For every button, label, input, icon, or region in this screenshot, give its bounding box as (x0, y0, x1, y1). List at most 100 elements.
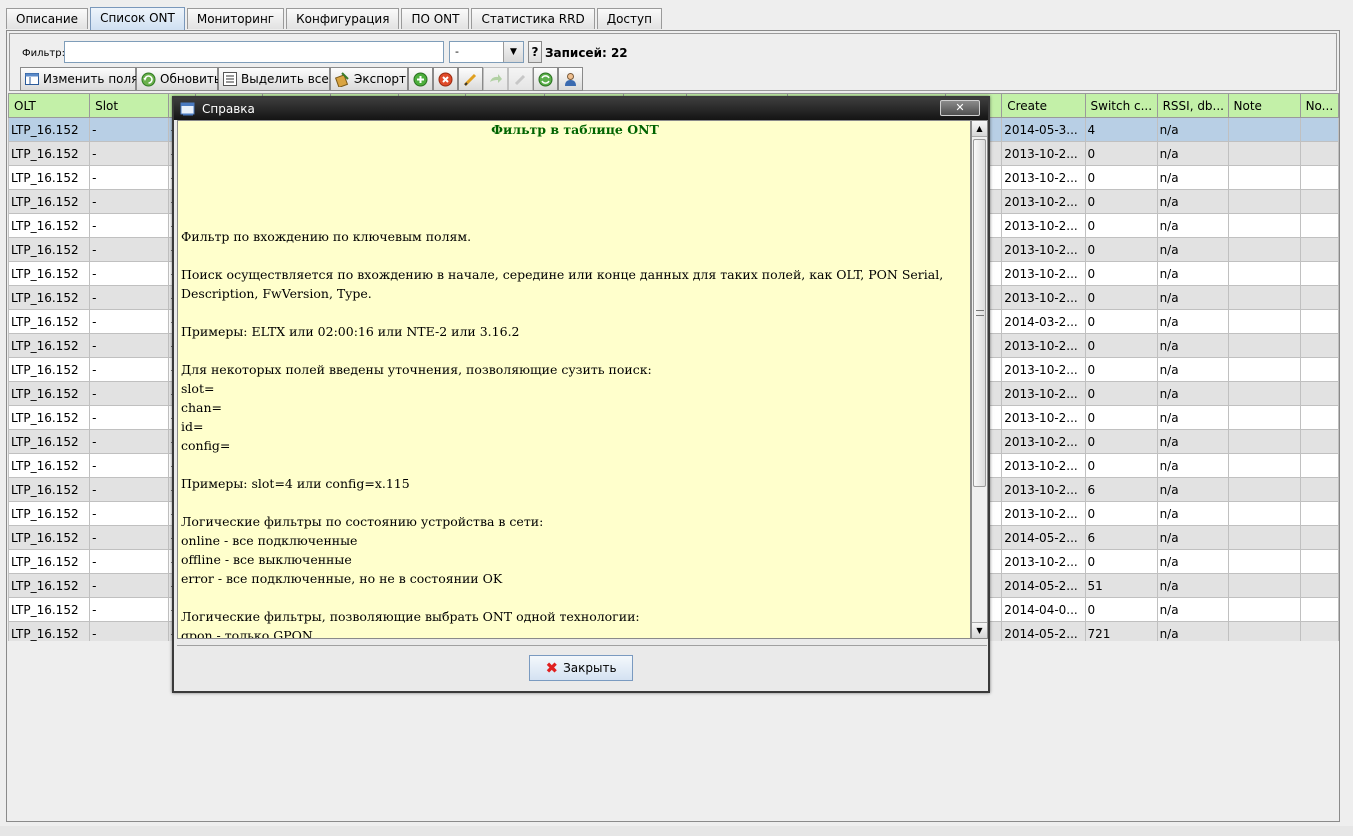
table-cell: LTP_16.152 (8, 573, 91, 598)
export-icon (335, 71, 350, 87)
table-cell: 0 (1084, 597, 1158, 622)
help-heading: Фильтр в таблице ONT (491, 122, 659, 137)
tab-item[interactable]: Описание (6, 8, 89, 29)
tab-item[interactable]: Статистика RRD (471, 8, 595, 29)
column-header[interactable]: Note (1227, 93, 1301, 118)
table-cell: - (89, 309, 169, 334)
table-cell (1227, 309, 1301, 334)
tab-item[interactable]: ПО ONT (401, 8, 470, 29)
column-header[interactable]: RSSI, db... (1156, 93, 1229, 118)
table-cell: - (89, 333, 169, 358)
delete-button[interactable] (433, 67, 458, 91)
table-cell (1299, 357, 1339, 382)
edit-button[interactable] (458, 67, 483, 91)
table-cell (1299, 309, 1339, 334)
table-cell (1227, 141, 1301, 166)
filter-box: Фильтр: - ▼ ? Записей: 22 Изменить поля … (9, 33, 1337, 91)
table-cell (1299, 549, 1339, 574)
chevron-down-icon[interactable]: ▼ (503, 42, 523, 62)
table-cell: 0 (1084, 237, 1158, 262)
table-cell: n/a (1156, 405, 1229, 430)
select-all-button[interactable]: Выделить все (218, 67, 330, 91)
scroll-up-icon[interactable]: ▲ (972, 121, 987, 137)
forward-button[interactable] (483, 67, 508, 91)
filter-mode-select[interactable]: - ▼ (449, 41, 524, 63)
tool-button[interactable] (508, 67, 533, 91)
table-cell: LTP_16.152 (8, 261, 91, 286)
help-line: Примеры: slot=4 или config=x.115 (181, 476, 410, 491)
table-cell: LTP_16.152 (8, 237, 91, 262)
table-cell: 2013-10-2... (1001, 261, 1086, 286)
filter-help-button[interactable]: ? (528, 41, 542, 63)
help-body: Фильтр по вхождению по ключевым полям. По… (181, 227, 961, 638)
table-cell (1227, 501, 1301, 526)
user-button[interactable] (558, 67, 583, 91)
table-cell: LTP_16.152 (8, 597, 91, 622)
table-cell: n/a (1156, 309, 1229, 334)
table-cell: 2013-10-2... (1001, 381, 1086, 406)
table-cell (1227, 621, 1301, 641)
table-cell (1227, 597, 1301, 622)
table-cell (1299, 621, 1339, 641)
sync-button[interactable] (533, 67, 558, 91)
add-icon (413, 71, 429, 87)
table-cell: n/a (1156, 621, 1229, 641)
table-cell (1299, 453, 1339, 478)
help-line: Фильтр по вхождению по ключевым полям. (181, 229, 472, 244)
column-header[interactable]: No... (1299, 93, 1339, 118)
table-cell: - (89, 453, 169, 478)
table-cell (1227, 237, 1301, 262)
filter-input[interactable] (64, 41, 444, 63)
help-paragraph: Примеры: slot=4 или config=x.115 (181, 474, 961, 493)
add-button[interactable] (408, 67, 433, 91)
tab-item[interactable]: Мониторинг (186, 8, 285, 29)
columns-icon (25, 71, 39, 87)
table-cell: n/a (1156, 525, 1229, 550)
export-button[interactable]: Экспорт (330, 67, 408, 91)
column-header[interactable]: Create (1001, 93, 1086, 118)
table-cell: 0 (1084, 165, 1158, 190)
table-cell: LTP_16.152 (8, 333, 91, 358)
table-cell: LTP_16.152 (8, 309, 91, 334)
table-cell: - (89, 237, 169, 262)
table-cell (1227, 189, 1301, 214)
help-line: Логические фильтры, позволяющие выбрать … (181, 609, 640, 624)
tab-item[interactable]: Доступ (596, 8, 662, 29)
table-cell: 0 (1084, 549, 1158, 574)
help-line: chan= (181, 400, 223, 415)
dialog-title-bar[interactable]: Справка ✕ (174, 98, 988, 120)
column-header[interactable]: OLT (8, 93, 91, 118)
table-cell (1299, 261, 1339, 286)
change-fields-button[interactable]: Изменить поля (20, 67, 138, 91)
table-cell: n/a (1156, 549, 1229, 574)
table-cell: n/a (1156, 429, 1229, 454)
table-cell: - (89, 261, 169, 286)
help-scrollbar[interactable]: ▲ ▼ (971, 120, 988, 639)
column-header[interactable]: Switch c... (1084, 93, 1158, 118)
divider (177, 645, 987, 646)
tab-item[interactable]: Конфигурация (286, 8, 400, 29)
wrench-icon (513, 71, 529, 87)
help-line: Поиск осуществляется по вхождению в нача… (181, 267, 944, 301)
scroll-thumb[interactable] (973, 139, 986, 487)
table-cell: LTP_16.152 (8, 381, 91, 406)
table-cell: - (89, 381, 169, 406)
close-button[interactable]: ✖ Закрыть (529, 655, 633, 681)
table-cell (1227, 477, 1301, 502)
close-icon[interactable]: ✕ (940, 100, 980, 116)
table-cell: 721 (1084, 621, 1158, 641)
scroll-down-icon[interactable]: ▼ (972, 622, 987, 638)
refresh-button[interactable]: Обновить (136, 67, 221, 91)
column-header[interactable]: Slot (89, 93, 169, 118)
table-cell: n/a (1156, 597, 1229, 622)
table-cell (1227, 213, 1301, 238)
tab-item[interactable]: Список ONT (90, 7, 185, 30)
table-cell: 0 (1084, 285, 1158, 310)
help-line: offline - все выключенные (181, 552, 352, 567)
table-cell: n/a (1156, 165, 1229, 190)
table-cell: - (89, 549, 169, 574)
table-cell (1227, 573, 1301, 598)
table-cell: 2013-10-2... (1001, 165, 1086, 190)
refresh-label: Обновить (160, 72, 221, 86)
help-paragraph: Фильтр по вхождению по ключевым полям. (181, 227, 961, 246)
